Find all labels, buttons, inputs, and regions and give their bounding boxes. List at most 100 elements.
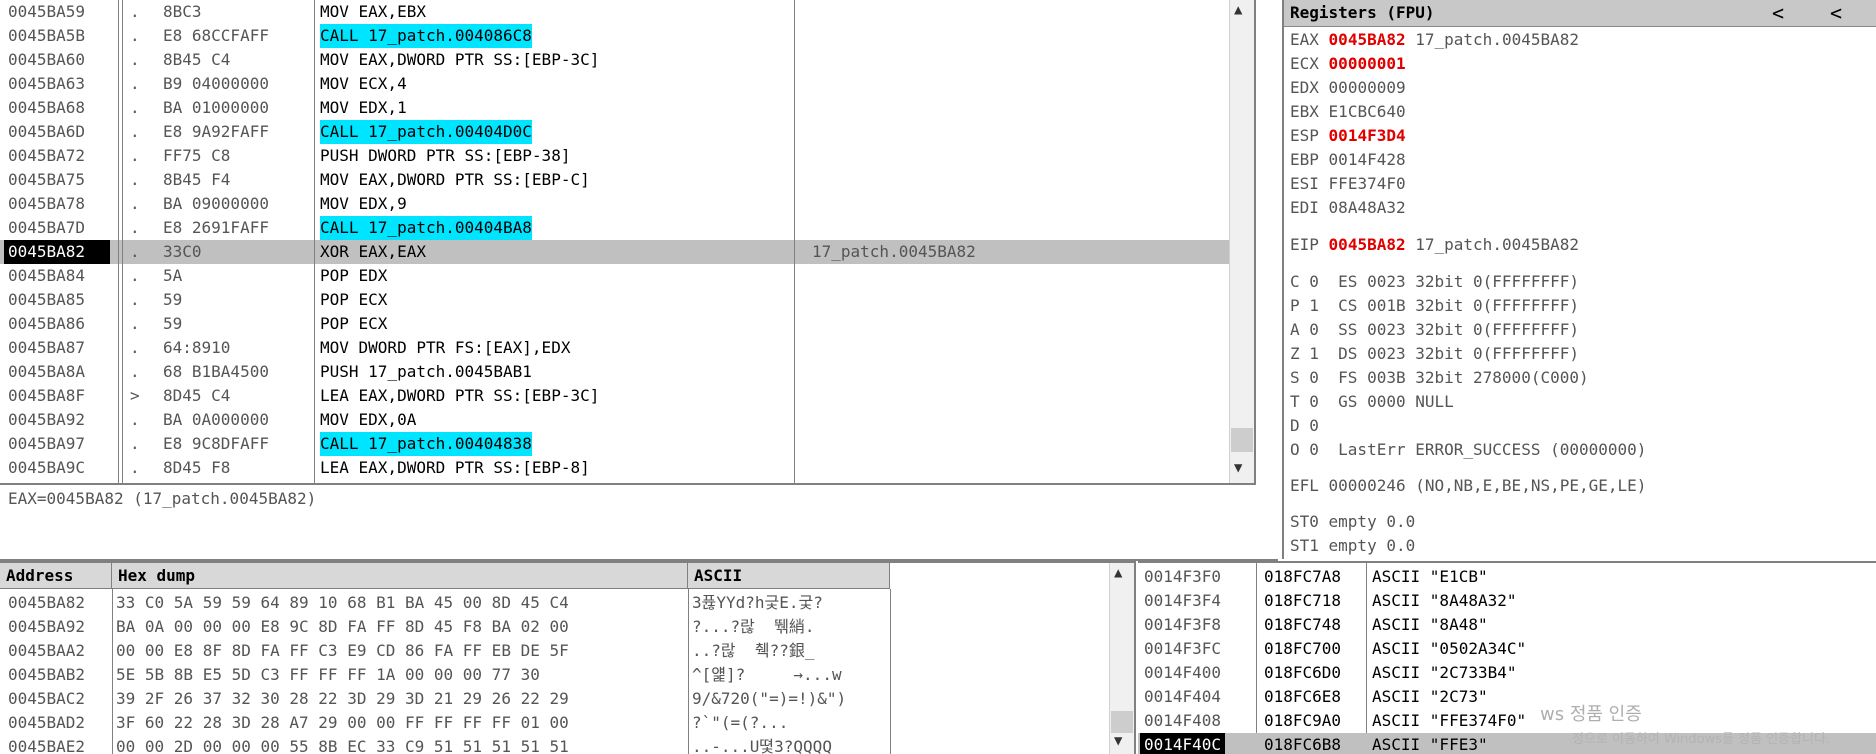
disasm-row[interactable]: 0045BA6D. E8 9A92FAFF CALL 17_patch.00404D… <box>0 120 1254 144</box>
register-value[interactable]: 08A48A32 <box>1329 198 1406 217</box>
register-ecx[interactable]: ECX 00000001 <box>1290 52 1415 76</box>
disasm-hex: FF75 C8 <box>163 146 231 165</box>
register-value[interactable]: 00000009 <box>1329 78 1406 97</box>
flag-row[interactable]: T 0 GS 0000 NULL <box>1290 390 1454 414</box>
scroll-thumb[interactable] <box>1111 711 1133 733</box>
register-name: EDI <box>1290 198 1319 217</box>
disasm-instruction: XOR EAX,EAX <box>320 242 426 261</box>
hex-ascii: 9/&720("=)=!)&") <box>692 689 847 708</box>
register-edx[interactable]: EDX 00000009 <box>1290 76 1415 100</box>
stack-row[interactable]: 0014F3FC 018FC700 ASCII "0502A34C" <box>1138 637 1876 661</box>
disasm-row[interactable]: 0045BA7D. E8 2691FAFF CALL 17_patch.00404B… <box>0 216 1254 240</box>
disasm-row[interactable]: 0045BA63. B9 04000000 MOV ECX,4 <box>0 72 1254 96</box>
disasm-row[interactable]: 0045BA75. 8B45 F4 MOV EAX,DWORD PTR SS:[EB… <box>0 168 1254 192</box>
disasm-row[interactable]: 0045BA97. E8 9C8DFAFF CALL 17_patch.004048… <box>0 432 1254 456</box>
hex-ascii: ..-...U뗯3?QQQQ <box>692 737 832 754</box>
flag-row[interactable]: Z 1 DS 0023 32bit 0(FFFFFFFF) <box>1290 342 1579 366</box>
scroll-thumb[interactable] <box>1231 428 1253 452</box>
hex-row[interactable]: 0045BAD2 3F 60 22 28 3D 28 A7 29 00 00 FF… <box>0 711 1110 735</box>
register-value[interactable]: FFE374F0 <box>1329 174 1406 193</box>
disasm-row[interactable]: 0045BA85. 59 POP ECX <box>0 288 1254 312</box>
disassembly-pane[interactable]: 0045BA59. 8BC3 MOV EAX,EBX 0045BA5B. E8 68CC… <box>0 0 1256 485</box>
hex-dump-pane[interactable]: Address Hex dump ASCII 0045BA82 33 C0 5A … <box>0 561 1136 754</box>
hex-col-hexdump[interactable]: Hex dump <box>112 563 688 589</box>
stack-comment: ASCII "8A48" <box>1372 615 1488 634</box>
hex-ascii: ..?랂 췍??銀_ <box>692 641 815 660</box>
stack-comment: ASCII "2C733B4" <box>1372 663 1517 682</box>
hex-row[interactable]: 0045BAA2 00 00 E8 8F 8D FA FF C3 E9 CD 86… <box>0 639 1110 663</box>
stack-row[interactable]: 0014F3F0 018FC7A8 ASCII "E1CB" <box>1138 565 1876 589</box>
disasm-row[interactable]: 0045BA60. 8B45 C4 MOV EAX,DWORD PTR SS:[EB… <box>0 48 1254 72</box>
disasm-address: 0045BA8F <box>8 386 86 405</box>
flag-row[interactable]: P 1 CS 001B 32bit 0(FFFFFFFF) <box>1290 294 1579 318</box>
stack-row[interactable]: 0014F3F4 018FC718 ASCII "8A48A32" <box>1138 589 1876 613</box>
disasm-row[interactable]: 0045BA68. BA 01000000 MOV EDX,1 <box>0 96 1254 120</box>
disasm-row[interactable]: 0045BA59. 8BC3 MOV EAX,EBX <box>0 0 1254 24</box>
flag-row[interactable]: C 0 ES 0023 32bit 0(FFFFFFFF) <box>1290 270 1579 294</box>
hex-col-ascii[interactable]: ASCII <box>688 563 890 589</box>
hex-row[interactable]: 0045BA92 BA 0A 00 00 00 E8 9C 8D FA FF 8D… <box>0 615 1110 639</box>
disasm-address: 0045BA8A <box>8 362 86 381</box>
register-ebp[interactable]: EBP 0014F428 <box>1290 148 1415 172</box>
disasm-hex: E8 68CCFAFF <box>163 26 269 45</box>
disasm-hex: BA 09000000 <box>163 194 269 213</box>
flag-row[interactable]: O 0 LastErr ERROR_SUCCESS (00000000) <box>1290 438 1646 462</box>
disasm-row[interactable]: 0045BA82. 33C0 XOR EAX,EAX 17_patch.0045BA8… <box>0 240 1230 264</box>
disasm-hex: E8 2691FAFF <box>163 218 269 237</box>
register-edi[interactable]: EDI 08A48A32 <box>1290 196 1415 220</box>
hex-dump-scrollbar[interactable]: ▲ ▼ <box>1109 563 1134 754</box>
registers-nav-right-icon[interactable]: < <box>1830 0 1842 26</box>
stack-address: 0014F3F0 <box>1144 567 1222 586</box>
hex-col-address[interactable]: Address <box>0 563 112 589</box>
flag-row[interactable]: S 0 FS 003B 32bit 278000(C000) <box>1290 366 1589 390</box>
registers-nav-left-icon[interactable]: < <box>1772 0 1784 26</box>
disassembly-scrollbar[interactable]: ▲ ▼ <box>1229 0 1254 483</box>
scroll-up-icon[interactable]: ▲ <box>1234 2 1242 18</box>
hex-row[interactable]: 0045BAE2 00 00 2D 00 00 00 55 8B EC 33 C9… <box>0 735 1110 754</box>
register-value[interactable]: E1CBC640 <box>1329 102 1406 121</box>
disasm-row[interactable]: 0045BA8A. 68 B1BA4500 PUSH 17_patch.0045BA… <box>0 360 1254 384</box>
disasm-jump-marker: . <box>130 122 140 141</box>
register-esp[interactable]: ESP 0014F3D4 <box>1290 124 1415 148</box>
register-eax[interactable]: EAX 0045BA82 17_patch.0045BA82 <box>1290 28 1579 52</box>
register-value[interactable]: 0014F428 <box>1329 150 1406 169</box>
flag-row[interactable]: D 0 <box>1290 414 1319 438</box>
stack-comment: ASCII "2C73" <box>1372 687 1488 706</box>
stack-row[interactable]: 0014F404 018FC6E8 ASCII "2C73" <box>1138 685 1876 709</box>
registers-pane[interactable]: Registers (FPU) < < EAX 0045BA82 17_patc… <box>1282 0 1876 559</box>
hex-bytes: 39 2F 26 37 32 30 28 22 3D 29 3D 21 29 2… <box>116 689 569 708</box>
register-value[interactable]: 0045BA82 <box>1329 235 1406 254</box>
stack-row[interactable]: 0014F3F8 018FC748 ASCII "8A48" <box>1138 613 1876 637</box>
disasm-row[interactable]: 0045BA5B. E8 68CCFAFF CALL 17_patch.004086… <box>0 24 1254 48</box>
register-esi[interactable]: ESI FFE374F0 <box>1290 172 1415 196</box>
hex-row[interactable]: 0045BAC2 39 2F 26 37 32 30 28 22 3D 29 3D… <box>0 687 1110 711</box>
flag-row[interactable]: A 0 SS 0023 32bit 0(FFFFFFFF) <box>1290 318 1579 342</box>
disasm-row[interactable]: 0045BA8F >8D45 C4 LEA EAX,DWORD PTR SS:[EB… <box>0 384 1254 408</box>
disasm-hex: 5A <box>163 266 183 285</box>
register-eip[interactable]: EIP 0045BA82 17_patch.0045BA82 <box>1290 233 1579 257</box>
register-value[interactable]: 0045BA82 <box>1329 30 1406 49</box>
register-ebx[interactable]: EBX E1CBC640 <box>1290 100 1415 124</box>
stack-row[interactable]: 0014F400 018FC6D0 ASCII "2C733B4" <box>1138 661 1876 685</box>
disasm-row[interactable]: 0045BA9C. 8D45 F8 LEA EAX,DWORD PTR SS:[EB… <box>0 456 1254 480</box>
disasm-hex: 8B45 C4 <box>163 50 231 69</box>
disasm-row[interactable]: 0045BA72. FF75 C8 PUSH DWORD PTR SS:[EBP-3… <box>0 144 1254 168</box>
stack-address: 0014F3F4 <box>1144 591 1222 610</box>
eflags-row[interactable]: EFL 00000246 (NO,NB,E,BE,NS,PE,GE,LE) <box>1290 474 1646 498</box>
disasm-row[interactable]: 0045BA92. BA 0A000000 MOV EDX,0A <box>0 408 1254 432</box>
fpu-row[interactable]: ST1 empty 0.0 <box>1290 534 1415 558</box>
disasm-jump-marker: > <box>130 386 140 405</box>
scroll-down-icon[interactable]: ▼ <box>1234 460 1242 476</box>
disasm-row[interactable]: 0045BA86. 59 POP ECX <box>0 312 1254 336</box>
scroll-down-icon[interactable]: ▼ <box>1114 733 1122 749</box>
register-value[interactable]: 00000001 <box>1329 54 1406 73</box>
disasm-row[interactable]: 0045BA84. 5A POP EDX <box>0 264 1254 288</box>
fpu-row[interactable]: ST0 empty 0.0 <box>1290 510 1415 534</box>
register-value[interactable]: 0014F3D4 <box>1329 126 1406 145</box>
disasm-row[interactable]: 0045BA87. 64:8910 MOV DWORD PTR FS:[EAX],E… <box>0 336 1254 360</box>
hex-row[interactable]: 0045BAB2 5E 5B 8B E5 5D C3 FF FF FF 1A 00… <box>0 663 1110 687</box>
scroll-up-icon[interactable]: ▲ <box>1114 565 1122 581</box>
disasm-row[interactable]: 0045BA78. BA 09000000 MOV EDX,9 <box>0 192 1254 216</box>
hex-row[interactable]: 0045BA82 33 C0 5A 59 59 64 89 10 68 B1 BA… <box>0 591 1110 615</box>
stack-pane[interactable]: 0014F3F0 018FC7A8 ASCII "E1CB" 0014F3F4 018F… <box>1138 561 1876 754</box>
